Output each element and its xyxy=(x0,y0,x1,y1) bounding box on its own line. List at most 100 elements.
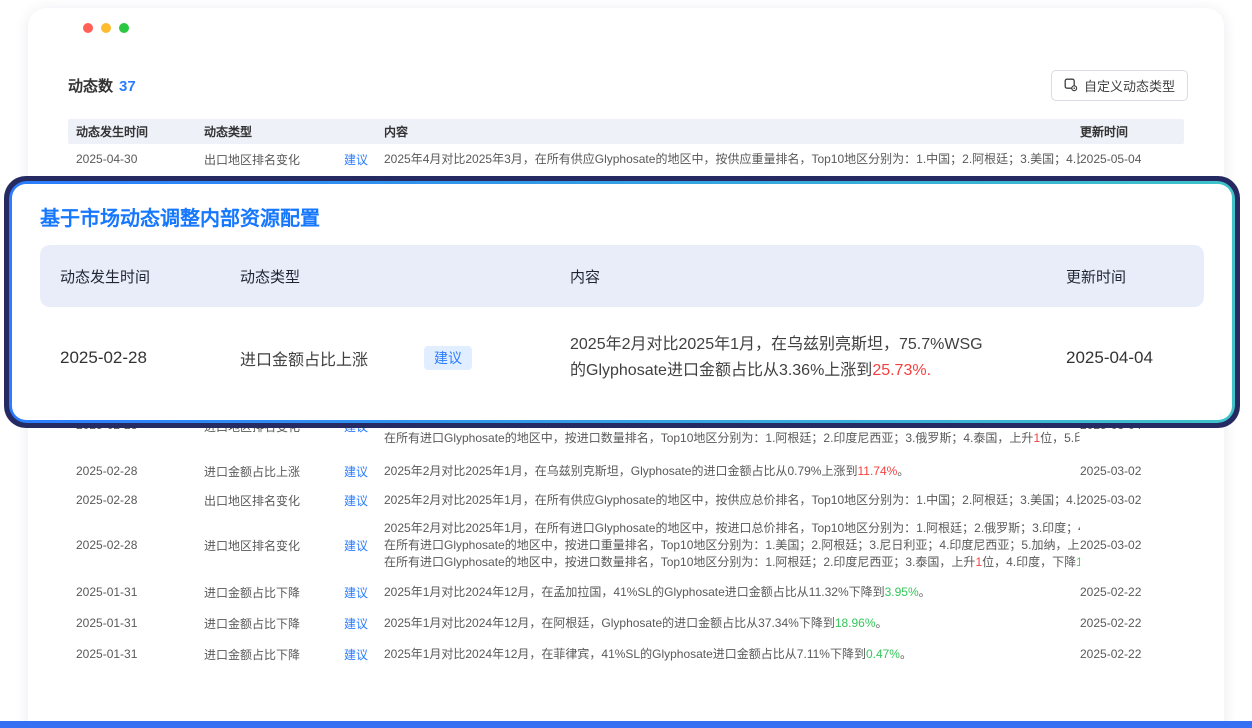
callout-col-content: 内容 xyxy=(570,266,1066,287)
row-date: 2025-02-28 xyxy=(76,493,204,507)
row-type: 进口金额占比下降 建议 xyxy=(204,615,384,632)
row-type: 出口地区排名变化 建议 xyxy=(204,492,384,509)
content-segment: 。 xyxy=(876,616,888,630)
content-segment: 2025年2月对比2025年1月，在乌兹别克斯坦，Glyphosate的进口金额… xyxy=(384,464,857,478)
row-type-label: 出口地区排名变化 xyxy=(204,151,300,168)
suggestion-tag[interactable]: 建议 xyxy=(344,151,368,168)
content-segment: 在所有进口Glyphosate的地区中，按进口数量排名，Top10地区分别为：1… xyxy=(384,555,975,569)
suggestion-tag[interactable]: 建议 xyxy=(344,615,368,632)
callout-col-date: 动态发生时间 xyxy=(60,266,240,287)
customize-button-label: 自定义动态类型 xyxy=(1084,76,1175,95)
content-segment: 2025年1月对比2024年12月，在阿根廷，Glyphosate的进口金额占比… xyxy=(384,616,835,630)
row-type: 进口地区排名变化 建议 xyxy=(204,537,384,554)
row-date: 2025-02-28 xyxy=(76,464,204,478)
row-updated: 2025-05-04 xyxy=(1080,152,1176,166)
content-segment: 2025年2月对比2025年1月，在所有进口Glyphosate的地区中，按进口… xyxy=(384,521,1080,535)
row-type: 进口金额占比下降 建议 xyxy=(204,584,384,601)
highlight-callout: 基于市场动态调整内部资源配置 动态发生时间 动态类型 内容 更新时间 2025-… xyxy=(4,176,1240,428)
row-updated: 2025-02-22 xyxy=(1080,585,1176,599)
maximize-window-icon[interactable] xyxy=(119,23,129,33)
col-header-date: 动态发生时间 xyxy=(76,123,204,140)
row-updated: 2025-02-22 xyxy=(1080,616,1176,630)
row-type-label: 进口金额占比上涨 xyxy=(204,463,300,480)
row-updated: 2025-03-02 xyxy=(1080,464,1176,478)
row-type: 进口金额占比上涨 建议 xyxy=(204,463,384,480)
table-row[interactable]: 2025-01-31 进口金额占比下降 建议 2025年1月对比2024年12月… xyxy=(68,576,1184,608)
content-segment: 。 xyxy=(897,464,909,478)
row-content: 2025年1月对比2024年12月，在菲律宾，41%SL的Glyphosate进… xyxy=(384,646,1080,663)
content-segment: 0.47% xyxy=(866,647,900,661)
content-segment: 2025年4月对比2025年3月，在所有供应Glyphosate的地区中，按供应… xyxy=(384,152,1080,166)
dynamics-count-value: 37 xyxy=(119,78,136,95)
row-content: 2025年2月对比2025年1月，在所有进口Glyphosate的地区中，按进口… xyxy=(384,520,1080,571)
content-segment: 18.96% xyxy=(835,616,876,630)
callout-panel: 基于市场动态调整内部资源配置 动态发生时间 动态类型 内容 更新时间 2025-… xyxy=(12,184,1232,420)
content-segment: 2025年2月对比2025年1月，在乌兹别亮斯坦，75.7%WSG xyxy=(570,332,1066,358)
content-segment: 2025年1月对比2024年12月，在孟加拉国，41%SL的Glyphosate… xyxy=(384,585,885,599)
callout-table-header: 动态发生时间 动态类型 内容 更新时间 xyxy=(40,245,1204,307)
row-content: 2025年4月对比2025年3月，在所有供应Glyphosate的地区中，按供应… xyxy=(384,151,1080,168)
content-segment: 位，4.印度，下降 xyxy=(982,555,1076,569)
row-type-label: 进口金额占比下降 xyxy=(204,615,300,632)
page-bottom-accent-bar xyxy=(0,721,1252,728)
row-date: 2025-02-28 xyxy=(76,538,204,552)
table-row[interactable]: 2025-01-31 进口金额占比下降 建议 2025年1月对比2024年12月… xyxy=(68,608,1184,638)
row-content: 2025年1月对比2024年12月，在孟加拉国，41%SL的Glyphosate… xyxy=(384,584,1080,601)
content-segment: 1 xyxy=(1076,555,1080,569)
row-content: 2025年1月对比2024年12月，在阿根廷，Glyphosate的进口金额占比… xyxy=(384,615,1080,632)
row-updated: 2025-03-02 xyxy=(1080,538,1176,552)
content-segment: 在所有进口Glyphosate的地区中，按进口数量排名，Top10地区分别为：1… xyxy=(384,431,1033,445)
callout-row-type: 进口金额占比上涨 建议 xyxy=(240,346,570,370)
row-type: 进口金额占比下降 建议 xyxy=(204,646,384,663)
row-date: 2025-04-30 xyxy=(76,152,204,166)
content-segment: 在所有进口Glyphosate的地区中，按进口重量排名，Top10地区分别为：1… xyxy=(384,538,1080,552)
content-segment: 2025年1月对比2024年12月，在菲律宾，41%SL的Glyphosate进… xyxy=(384,647,866,661)
callout-title: 基于市场动态调整内部资源配置 xyxy=(40,202,1204,231)
callout-col-type: 动态类型 xyxy=(240,266,570,287)
customize-dynamic-type-button[interactable]: 自定义动态类型 xyxy=(1051,70,1188,101)
content-highlight: 25.73%. xyxy=(872,362,931,379)
minimize-window-icon[interactable] xyxy=(101,23,111,33)
customize-type-icon xyxy=(1064,78,1078,92)
table-row[interactable]: 2025-04-30 出口地区排名变化 建议 2025年4月对比2025年3月，… xyxy=(68,144,1184,174)
table-row[interactable]: 2025-02-28 进口金额占比上涨 建议 2025年2月对比2025年1月，… xyxy=(68,456,1184,486)
table-row[interactable]: 2025-02-28 出口地区排名变化 建议 2025年2月对比2025年1月，… xyxy=(68,486,1184,514)
content-segment: 。 xyxy=(919,585,931,599)
callout-row-content: 2025年2月对比2025年1月，在乌兹别亮斯坦，75.7%WSG 的Glyph… xyxy=(570,332,1066,384)
suggestion-tag[interactable]: 建议 xyxy=(344,646,368,663)
table-row[interactable]: 2025-01-31 进口金额占比下降 建议 2025年1月对比2024年12月… xyxy=(68,638,1184,670)
row-content: 2025年2月对比2025年1月，在所有供应Glyphosate的地区中，按供应… xyxy=(384,492,1080,509)
callout-row-date: 2025-02-28 xyxy=(60,348,240,368)
dynamics-count: 动态数 37 xyxy=(68,75,136,96)
table-header: 动态发生时间 动态类型 内容 更新时间 xyxy=(68,119,1184,144)
col-header-updated: 更新时间 xyxy=(1080,123,1176,140)
content-segment: 3.95% xyxy=(885,585,919,599)
content-segment: 。 xyxy=(900,647,912,661)
row-type-label: 进口地区排名变化 xyxy=(204,537,300,554)
window-titlebar xyxy=(28,8,1224,33)
row-type-label: 出口地区排名变化 xyxy=(204,492,300,509)
row-date: 2025-01-31 xyxy=(76,585,204,599)
content-segment: 的Glyphosate进口金额占比从3.36%上涨到 xyxy=(570,362,872,379)
row-updated: 2025-02-22 xyxy=(1080,647,1176,661)
callout-row-updated: 2025-04-04 xyxy=(1066,348,1184,368)
row-content: 在所有进口Glyphosate的地区中，按进口数量排名，Top10地区分别为：1… xyxy=(384,430,1080,447)
col-header-type: 动态类型 xyxy=(204,123,384,140)
close-window-icon[interactable] xyxy=(83,23,93,33)
content-segment: 11.74% xyxy=(857,464,897,478)
callout-row[interactable]: 2025-02-28 进口金额占比上涨 建议 2025年2月对比2025年1月，… xyxy=(40,307,1204,408)
table-row[interactable]: 2025-02-28 进口地区排名变化 建议 2025年2月对比2025年1月，… xyxy=(68,514,1184,576)
row-type-label: 进口金额占比下降 xyxy=(204,646,300,663)
suggestion-tag[interactable]: 建议 xyxy=(344,584,368,601)
row-date: 2025-01-31 xyxy=(76,647,204,661)
content-segment: 2025年2月对比2025年1月，在所有供应Glyphosate的地区中，按供应… xyxy=(384,493,1080,507)
suggestion-tag[interactable]: 建议 xyxy=(344,463,368,480)
suggestion-tag[interactable]: 建议 xyxy=(424,346,472,370)
row-updated: 2025-03-02 xyxy=(1080,493,1176,507)
row-date: 2025-01-31 xyxy=(76,616,204,630)
dynamics-count-label: 动态数 xyxy=(68,78,113,95)
suggestion-tag[interactable]: 建议 xyxy=(344,537,368,554)
row-type-label: 进口金额占比下降 xyxy=(204,584,300,601)
content-segment: 位，5.印度，下降 xyxy=(1040,431,1080,445)
suggestion-tag[interactable]: 建议 xyxy=(344,492,368,509)
